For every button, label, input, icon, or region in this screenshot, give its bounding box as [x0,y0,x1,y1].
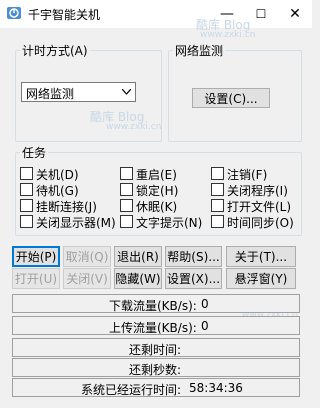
task-standby-checkbox[interactable] [20,183,33,196]
task-open-file-label: 打开文件(L) [227,200,292,214]
task-text-prompt-checkbox[interactable] [120,215,133,228]
hide-button[interactable]: 隐藏(W) [114,268,162,289]
task-restart-label: 重启(E) [136,168,177,182]
remaining-time-field: 还剩时间: [12,338,300,357]
task-close-program-label: 关闭程序(I) [227,184,288,198]
watermark-url-mid: www.zxki.cn [106,122,162,132]
maximize-icon: ☐ [255,7,267,21]
task-shutdown-checkbox[interactable] [20,167,33,180]
help-button[interactable]: 帮助(S)... [165,246,222,267]
task-lock-checkbox[interactable] [120,183,133,196]
exit-button[interactable]: 退出(R) [114,246,162,267]
task-standby-label: 待机(G) [36,184,79,198]
task-shutdown-label: 关机(D) [36,168,79,182]
uptime-value: 58:34:36 [189,381,243,395]
watermark-url-top: www.zxki.cn [200,30,256,40]
tasks-group-title: 任务 [20,144,49,161]
download-rate-field: 下载流量(KB/s): 0 [12,294,300,313]
network-settings-button[interactable]: 设置(C)... [192,88,270,108]
settings-button[interactable]: 设置(X)... [165,268,222,289]
timing-mode-select[interactable]: 网络监测 [21,82,136,102]
close-button[interactable]: ✕ [278,0,312,28]
window-title: 千宇智能关机 [28,8,101,22]
uptime-field: 系统已经运行时间: 58:34:36 [12,378,300,397]
download-rate-value: 0 [201,297,209,311]
task-time-sync-checkbox[interactable] [211,215,224,228]
title-bar: 千宇智能关机 — ☐ ✕ [0,0,312,28]
chevron-down-icon [122,89,131,95]
task-lock-label: 锁定(H) [136,184,179,198]
about-button[interactable]: 关于(T)... [226,246,296,267]
task-hibernate-label: 休眠(K) [136,200,178,214]
upload-rate-field: 上传流量(KB/s): 0 [12,316,300,335]
timing-group-title: 计时方式(A) [20,42,90,59]
remaining-seconds-field: 还剩秒数: [12,358,300,377]
remaining-seconds-label: 还剩秒数: [129,363,182,377]
cancel-button[interactable]: 取消(Q) [63,246,111,267]
task-hangup-label: 挂断连接(J) [36,200,97,214]
open-button[interactable]: 打开(U) [12,268,60,289]
upload-rate-label: 上传流量(KB/s): [109,321,197,335]
floating-window-button[interactable]: 悬浮窗(Y) [226,268,296,289]
task-text-prompt-label: 文字提示(N) [136,216,203,230]
remaining-time-label: 还剩时间: [129,343,182,357]
task-time-sync-label: 时间同步(O) [227,216,294,230]
task-hibernate-checkbox[interactable] [120,199,133,212]
network-group-title: 网络监测 [173,42,226,59]
task-monitor-off-label: 关闭显示器(M) [36,216,116,230]
task-open-file-checkbox[interactable] [211,199,224,212]
task-logoff-label: 注销(F) [227,168,268,182]
task-monitor-off-checkbox[interactable] [20,215,33,228]
timing-mode-value: 网络监测 [26,87,75,101]
task-logoff-checkbox[interactable] [211,167,224,180]
close-icon: ✕ [289,6,301,22]
task-close-program-checkbox[interactable] [211,183,224,196]
task-restart-checkbox[interactable] [120,167,133,180]
uptime-label: 系统已经运行时间: [81,383,182,397]
task-hangup-checkbox[interactable] [20,199,33,212]
start-button[interactable]: 开始(P) [12,246,60,267]
download-rate-label: 下载流量(KB/s): [109,299,197,313]
app-power-icon [7,7,21,19]
upload-rate-value: 0 [201,319,209,333]
close-action-button[interactable]: 关闭(V) [63,268,111,289]
